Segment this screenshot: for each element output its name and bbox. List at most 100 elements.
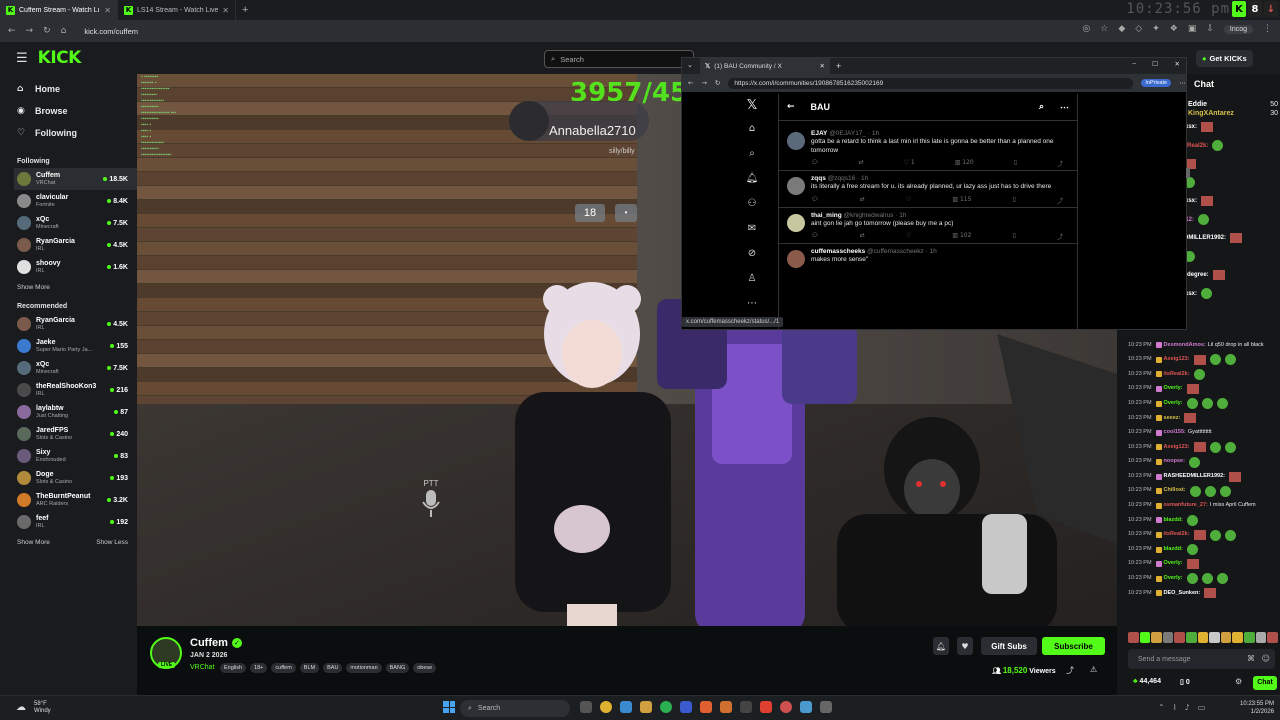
chat-username[interactable]: Axeig123: xyxy=(1164,444,1190,452)
views-icon[interactable]: ▥ 120 xyxy=(955,159,974,168)
share-icon[interactable]: ⤴ xyxy=(1057,196,1063,205)
x-notifications-icon[interactable]: 🔔︎ xyxy=(742,173,762,198)
emote-icon[interactable] xyxy=(1139,632,1151,643)
share-icon[interactable]: ⤴ xyxy=(1057,159,1063,168)
sidebar-channel-jaeke[interactable]: Jaeke Super Mario Party Ja... 155 xyxy=(17,335,137,357)
nav-following[interactable]: ♡ Following xyxy=(17,122,137,144)
tweet-avatar[interactable] xyxy=(787,250,805,268)
x-more-icon[interactable]: ⋯ xyxy=(1060,102,1069,113)
emote-icon[interactable] xyxy=(1209,632,1220,643)
emote-icon[interactable] xyxy=(1244,632,1255,643)
url-field[interactable]: kick.com/cuffem xyxy=(84,27,138,36)
hamburger-menu-icon[interactable]: ☰ xyxy=(16,51,28,66)
emote-icon[interactable] xyxy=(1232,632,1244,643)
share-icon[interactable]: ⤴ xyxy=(1057,232,1063,241)
show-more-recommended[interactable]: Show More xyxy=(17,539,50,546)
stream-tag[interactable]: BAU xyxy=(323,663,343,673)
like-icon[interactable]: ♡ xyxy=(906,232,911,241)
incognito-badge[interactable]: Incog xyxy=(1223,24,1253,34)
chat-username[interactable]: blazdd: xyxy=(1164,517,1183,525)
spotify-icon[interactable] xyxy=(660,701,672,713)
sidebar-channel-clavicular[interactable]: clavicular Fortnite 8.4K xyxy=(17,190,137,212)
close-tab-icon[interactable]: ✕ xyxy=(820,62,825,70)
sidebar-channel-xqc[interactable]: xQc Minecraft 7.5K xyxy=(17,357,137,379)
x-home-icon[interactable]: ⌂ xyxy=(742,123,762,148)
tweet-author[interactable]: EJAY xyxy=(811,130,827,137)
x-explore-icon[interactable]: ⌕ xyxy=(742,148,762,173)
extension-icon[interactable]: ❖ xyxy=(1170,24,1178,34)
sidebar-channel-jaredfps[interactable]: JaredFPS Slots & Casino 240 xyxy=(17,423,137,445)
chat-username[interactable]: cool155: xyxy=(1164,429,1186,437)
tweet-avatar[interactable] xyxy=(787,213,805,232)
tweet-author[interactable]: cuffemasscheeks xyxy=(811,248,865,255)
emote-icon[interactable] xyxy=(1128,632,1139,643)
edge-icon[interactable] xyxy=(620,701,632,713)
sidebar-channel-feef[interactable]: feef IRL 192 xyxy=(17,511,137,533)
emote-icon[interactable] xyxy=(1162,632,1174,643)
puzzle-icon[interactable]: ▣ xyxy=(1188,24,1197,34)
chat-send-button[interactable]: Chat xyxy=(1253,676,1277,690)
x-follow-icon[interactable]: ⚇ xyxy=(742,198,762,223)
chat-username[interactable]: Overly: xyxy=(1164,575,1183,583)
chat-username[interactable]: noopse: xyxy=(1164,458,1185,466)
back-icon[interactable]: ← xyxy=(8,26,16,36)
chat-username[interactable]: Overly: xyxy=(1164,560,1183,568)
top-gifter-row[interactable]: KingXAntarez 30 xyxy=(1188,109,1278,118)
chat-username[interactable]: seeez: xyxy=(1164,415,1181,423)
emote-icon[interactable] xyxy=(1186,632,1197,643)
tab-list-icon[interactable]: ⌄ xyxy=(687,61,693,69)
chrome-icon[interactable] xyxy=(600,701,612,713)
chat-username[interactable]: itsReal2k: xyxy=(1164,531,1190,539)
maximize-icon[interactable]: ☐ xyxy=(1152,60,1158,68)
new-tab-icon[interactable]: + xyxy=(836,61,841,71)
like-icon[interactable]: ♡ 1 xyxy=(904,159,915,168)
chat-username[interactable]: RASHEEDMILLER1992: xyxy=(1164,473,1225,481)
windows-start-icon[interactable] xyxy=(443,701,455,713)
chat-username[interactable]: Overly: xyxy=(1164,400,1183,408)
reply-icon[interactable]: 💬︎ xyxy=(811,196,819,205)
send-message-input[interactable]: Send a message ⌘ ☺ xyxy=(1128,649,1275,669)
tweet-avatar[interactable] xyxy=(787,177,805,195)
chat-username[interactable]: Axeig123: xyxy=(1164,356,1190,364)
tweet[interactable]: thai_ming @knightedwalrus · 1h aint gon l… xyxy=(779,206,1077,244)
chat-username[interactable]: blazdd: xyxy=(1164,546,1183,554)
app-icon[interactable] xyxy=(700,701,712,713)
sidebar-channel-ryangarcia[interactable]: RyanGarcia IRL 4.5K xyxy=(17,313,137,335)
sidebar-channel-therealshookon3[interactable]: theRealShooKon3 IRL 216 xyxy=(17,379,137,401)
nav-home[interactable]: ⌂ Home xyxy=(17,78,137,100)
stream-tag[interactable]: English xyxy=(220,663,247,673)
x-logo-icon[interactable]: 𝕏 xyxy=(742,98,762,123)
tweet-author[interactable]: zqqs xyxy=(811,175,826,182)
retweet-icon[interactable]: ⇄ xyxy=(860,196,865,205)
bookmark-icon[interactable]: ▯ xyxy=(1014,159,1017,168)
x-grok-icon[interactable]: ⊘ xyxy=(742,248,762,273)
taskbar-clock[interactable]: 10:23:55 PM 1/2/2026 xyxy=(1240,700,1274,716)
close-tab-icon[interactable]: ✕ xyxy=(104,6,111,15)
download-icon[interactable]: ⇩ xyxy=(1206,24,1214,34)
tweet-avatar[interactable] xyxy=(787,132,805,150)
bookmark-icon[interactable]: ▯ xyxy=(1013,232,1016,241)
app-icon[interactable] xyxy=(720,701,732,713)
chat-username[interactable]: DesmondAmos: xyxy=(1164,342,1206,350)
retweet-icon[interactable]: ⇄ xyxy=(860,232,865,241)
emote-icon[interactable] xyxy=(1255,632,1267,643)
star-icon[interactable]: ☆ xyxy=(1100,24,1108,34)
x-tab[interactable]: 𝕏 (1) BAU Community / X ✕ xyxy=(700,58,830,74)
x-scrollbar[interactable] xyxy=(1186,168,1190,178)
stream-tag[interactable]: BLM xyxy=(299,663,320,673)
tray-chevron-icon[interactable]: ⌃ xyxy=(1158,703,1165,712)
close-window-icon[interactable]: ✕ xyxy=(1175,60,1180,68)
browser-tab-ls14[interactable]: K LS14 Stream - Watch Live on K ✕ xyxy=(118,0,236,20)
reply-icon[interactable]: 💬︎ xyxy=(811,159,819,168)
notification-bell-icon[interactable]: 🔔︎ xyxy=(933,637,949,655)
search-input[interactable]: ⌕ Search xyxy=(544,50,694,68)
browser-tab-cuffem[interactable]: K Cuffem Stream - Watch Li ✕ xyxy=(0,0,118,20)
sidebar-channel-laylabtw[interactable]: laylabtw Just Chatting 87 xyxy=(17,401,137,423)
share-icon[interactable]: ⤴ xyxy=(1066,665,1074,676)
app-icon[interactable] xyxy=(740,701,752,713)
bookmark-icon[interactable]: ▯ xyxy=(1013,196,1016,205)
command-icon[interactable]: ⌘ xyxy=(1247,654,1255,663)
chat-username[interactable]: Chillost: xyxy=(1164,487,1186,495)
weather-widget[interactable]: 58°F Windy xyxy=(34,701,51,715)
inprivate-badge[interactable]: InPrivate xyxy=(1141,79,1172,87)
